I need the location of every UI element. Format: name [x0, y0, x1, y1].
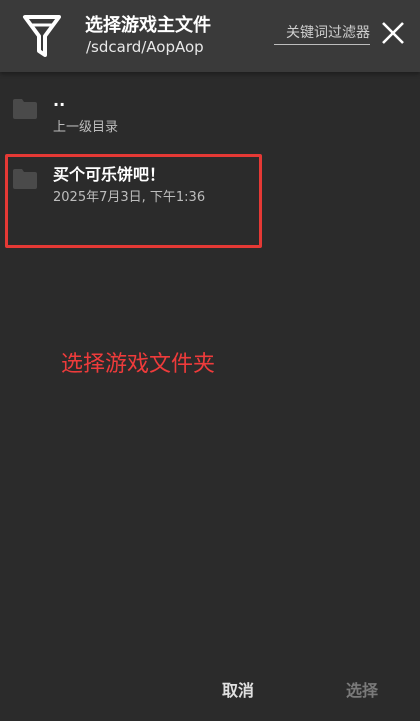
- filter-icon: [23, 15, 61, 57]
- item-subtitle: 上一级目录: [53, 120, 119, 135]
- item-date: 2025年7月3日, 下午1:36: [53, 190, 206, 205]
- annotation-text: 选择游戏文件夹: [61, 352, 216, 377]
- item-name: 买个可乐饼吧！: [53, 165, 166, 184]
- file-picker-dialog: 选择游戏主文件 /sdcard/AopAop .. 上一级目录 买个可乐饼吧！ …: [0, 0, 420, 721]
- list-item-game-folder[interactable]: 买个可乐饼吧！ 2025年7月3日, 下午1:36: [0, 156, 420, 214]
- header-bar: 选择游戏主文件 /sdcard/AopAop: [0, 0, 420, 72]
- keyword-filter-input[interactable]: [274, 22, 370, 45]
- select-button[interactable]: 选择: [336, 672, 388, 706]
- folder-icon: [13, 99, 37, 119]
- list-item-parent-directory[interactable]: .. 上一级目录: [0, 86, 420, 144]
- current-path: /sdcard/AopAop: [86, 38, 204, 56]
- close-icon[interactable]: [380, 20, 406, 46]
- folder-icon: [13, 169, 37, 189]
- item-name: ..: [53, 91, 66, 110]
- cancel-button[interactable]: 取消: [212, 672, 264, 706]
- dialog-title: 选择游戏主文件: [85, 15, 211, 36]
